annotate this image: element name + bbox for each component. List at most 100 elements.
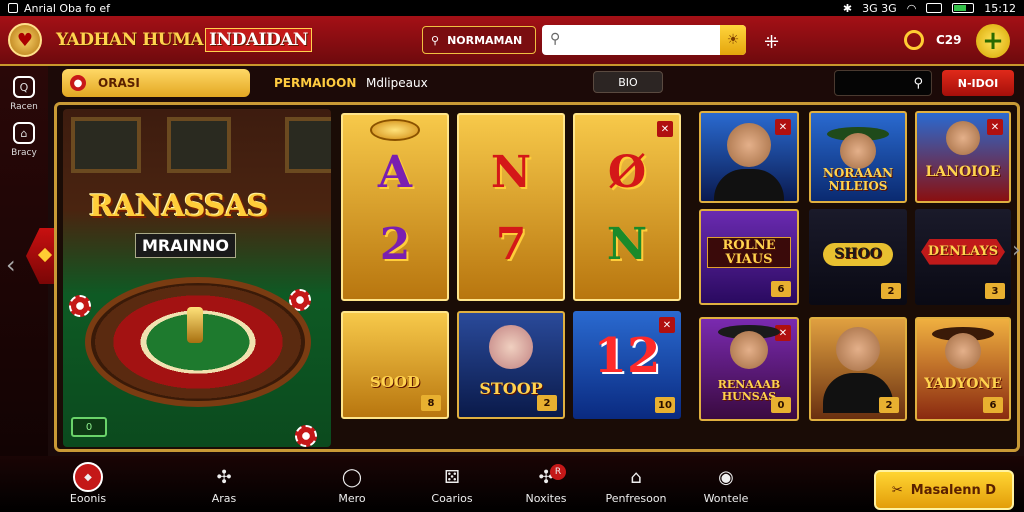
game-tile[interactable]: 2 <box>809 317 907 421</box>
game-search-button[interactable]: ⚲ <box>834 70 932 96</box>
game-tile[interactable]: ✕ LANOIOE <box>915 111 1011 203</box>
game-count: 10 <box>655 397 675 413</box>
game-tile[interactable]: ✕ <box>699 111 799 203</box>
nav-item-home[interactable]: ◆ Eoonis <box>48 462 128 505</box>
tab-mdlipeaux[interactable]: Mdlipeaux <box>366 76 428 90</box>
game-tile[interactable]: YADYONE 6 <box>915 317 1011 421</box>
game-tile[interactable]: STOOP 2 <box>457 311 565 419</box>
filter-chip[interactable]: BIO <box>593 71 663 93</box>
rail-item-search[interactable]: Q Racen <box>0 66 48 112</box>
character-face <box>730 331 768 369</box>
chip-icon <box>69 295 91 317</box>
character-body <box>714 169 784 201</box>
tab-permaioon[interactable]: PERMAIOON <box>274 76 356 90</box>
game-title: SHOO <box>823 243 893 266</box>
bluetooth-icon: ✱ <box>842 1 853 15</box>
character-face <box>946 121 980 155</box>
search-icon: ⚲ <box>913 75 923 91</box>
red-action-button[interactable]: N-IDOI <box>942 70 1014 96</box>
featured-game-hero[interactable]: RANASSAS MRAINNO 0 <box>63 109 331 447</box>
chip-stack-icon <box>370 119 420 141</box>
character-face <box>945 333 981 369</box>
favorite-icon[interactable]: ✕ <box>775 119 791 135</box>
nav-item-noxites[interactable]: ✣ R Noxites <box>506 462 586 505</box>
game-tile[interactable]: DENLAYS 3 <box>915 209 1011 305</box>
game-title: ROLNE VIAUS <box>707 237 791 269</box>
rail-label: Racen <box>10 102 38 112</box>
nav-item-coarios[interactable]: ⚄ Coarios <box>412 462 492 506</box>
nav-item-mero[interactable]: ◯ Mero <box>312 462 392 506</box>
filter-icon[interactable]: ⁜ <box>764 32 779 53</box>
game-tile[interactable]: NORAAAN NILEIOS <box>809 111 907 203</box>
game-tile[interactable]: ✕ RENAAAB HUNSAS 0 <box>699 317 799 421</box>
chat-icon: ◯ <box>341 466 363 488</box>
rail-item-store[interactable]: ⌂ Bracy <box>0 112 48 158</box>
battery-icon <box>952 3 975 13</box>
game-tile[interactable]: SOOD 8 <box>341 311 449 419</box>
nav-label: Aras <box>211 492 237 505</box>
roulette-spindle <box>187 307 203 343</box>
game-count: 3 <box>985 283 1005 299</box>
featured-subtitle: MRAINNO <box>135 233 236 258</box>
nav-label: Wontele <box>703 492 749 505</box>
notification-icon <box>8 3 18 13</box>
status-bar: Anrial Oba fo ef ✱ 3G 3G ◠ 15:12 <box>0 0 1024 16</box>
nav-label: Eoonis <box>69 492 107 505</box>
reel-symbol: N <box>606 219 648 270</box>
featured-title: RANASSAS <box>89 189 269 224</box>
chevron-right-icon[interactable]: › <box>1012 238 1021 263</box>
favorite-icon[interactable]: ✕ <box>987 119 1003 135</box>
app-header: ♥ YADHAN HUMA INDAIDAN ⚲ NORMAMAN ⚲ ☀ ⁜ C… <box>0 16 1024 66</box>
rail-label: Bracy <box>11 148 37 158</box>
search-submit-button[interactable]: ☀ <box>720 25 746 55</box>
game-tile[interactable]: ✕ 12 10 <box>573 311 681 419</box>
brand-sub: INDAIDAN <box>205 28 312 52</box>
character-face <box>727 123 771 167</box>
tv-decoration <box>71 117 141 173</box>
nav-pill-button[interactable]: ⚲ NORMAMAN <box>422 26 536 54</box>
cta-label: Masalenn D <box>910 482 997 498</box>
category-label: ORASI <box>98 76 140 90</box>
notification-text: Anrial Oba fo ef <box>24 1 110 15</box>
favorite-icon[interactable]: ✕ <box>657 121 673 137</box>
character-face <box>840 133 876 169</box>
game-title: NORAAAN NILEIOS <box>822 166 894 193</box>
slot-tile[interactable]: ✕ Ø N <box>573 113 681 301</box>
game-title: SOOD <box>370 373 420 391</box>
game-title: LANOIOE <box>925 164 1001 180</box>
category-selector[interactable]: ● ORASI <box>62 69 250 97</box>
game-count: 2 <box>879 397 899 413</box>
search-icon: ⚲ <box>550 31 561 47</box>
wifi-icon: ◠ <box>906 1 917 15</box>
nav-item-penfresoon[interactable]: ⌂ Penfresoon <box>596 462 676 506</box>
reel-symbol: 7 <box>495 219 527 270</box>
brand-logo: YADHAN HUMA INDAIDAN <box>56 28 312 52</box>
store-icon: ⌂ <box>13 122 35 144</box>
category-bar: ● ORASI PERMAIOON Mdlipeaux BIO ⚲ N-IDOI <box>48 66 1024 102</box>
home-icon: ◆ <box>73 462 103 492</box>
app-logo-icon[interactable]: ♥ <box>8 23 42 57</box>
nav-item-wontele[interactable]: ◉ Wontele <box>686 462 766 506</box>
character-face <box>489 325 533 369</box>
game-title: YADYONE <box>924 376 1002 392</box>
reel-symbol: N <box>490 147 532 198</box>
bottom-nav: ◆ Eoonis ✣ Aras ◯ Mero ⚄ Coarios ✣ R Nox… <box>0 456 1024 512</box>
speaker-icon: ◉ <box>718 466 734 488</box>
slot-tile[interactable]: A 2 <box>341 113 449 301</box>
nav-label: Noxites <box>525 492 567 505</box>
game-count: 2 <box>881 283 901 299</box>
search-input[interactable] <box>542 25 720 55</box>
casino-icon: ⚄ <box>444 466 460 488</box>
chevron-left-icon[interactable]: ‹ <box>6 251 16 279</box>
nav-item-aras[interactable]: ✣ Aras <box>184 462 264 506</box>
game-tile[interactable]: SHOO 2 <box>809 209 907 305</box>
cta-button[interactable]: ✂ Masalenn D <box>874 470 1014 510</box>
featured-badge: 0 <box>71 417 107 437</box>
slot-tile[interactable]: N 7 <box>457 113 565 301</box>
nav-label: Coarios <box>431 492 473 505</box>
add-funds-button[interactable]: + <box>976 24 1010 58</box>
search-bar: ⚲ ☀ <box>542 25 746 55</box>
game-tile[interactable]: ROLNE VIAUS 6 <box>699 209 799 305</box>
puzzle-icon: ✣ <box>216 466 232 488</box>
coin-balance: C29 <box>936 33 962 47</box>
